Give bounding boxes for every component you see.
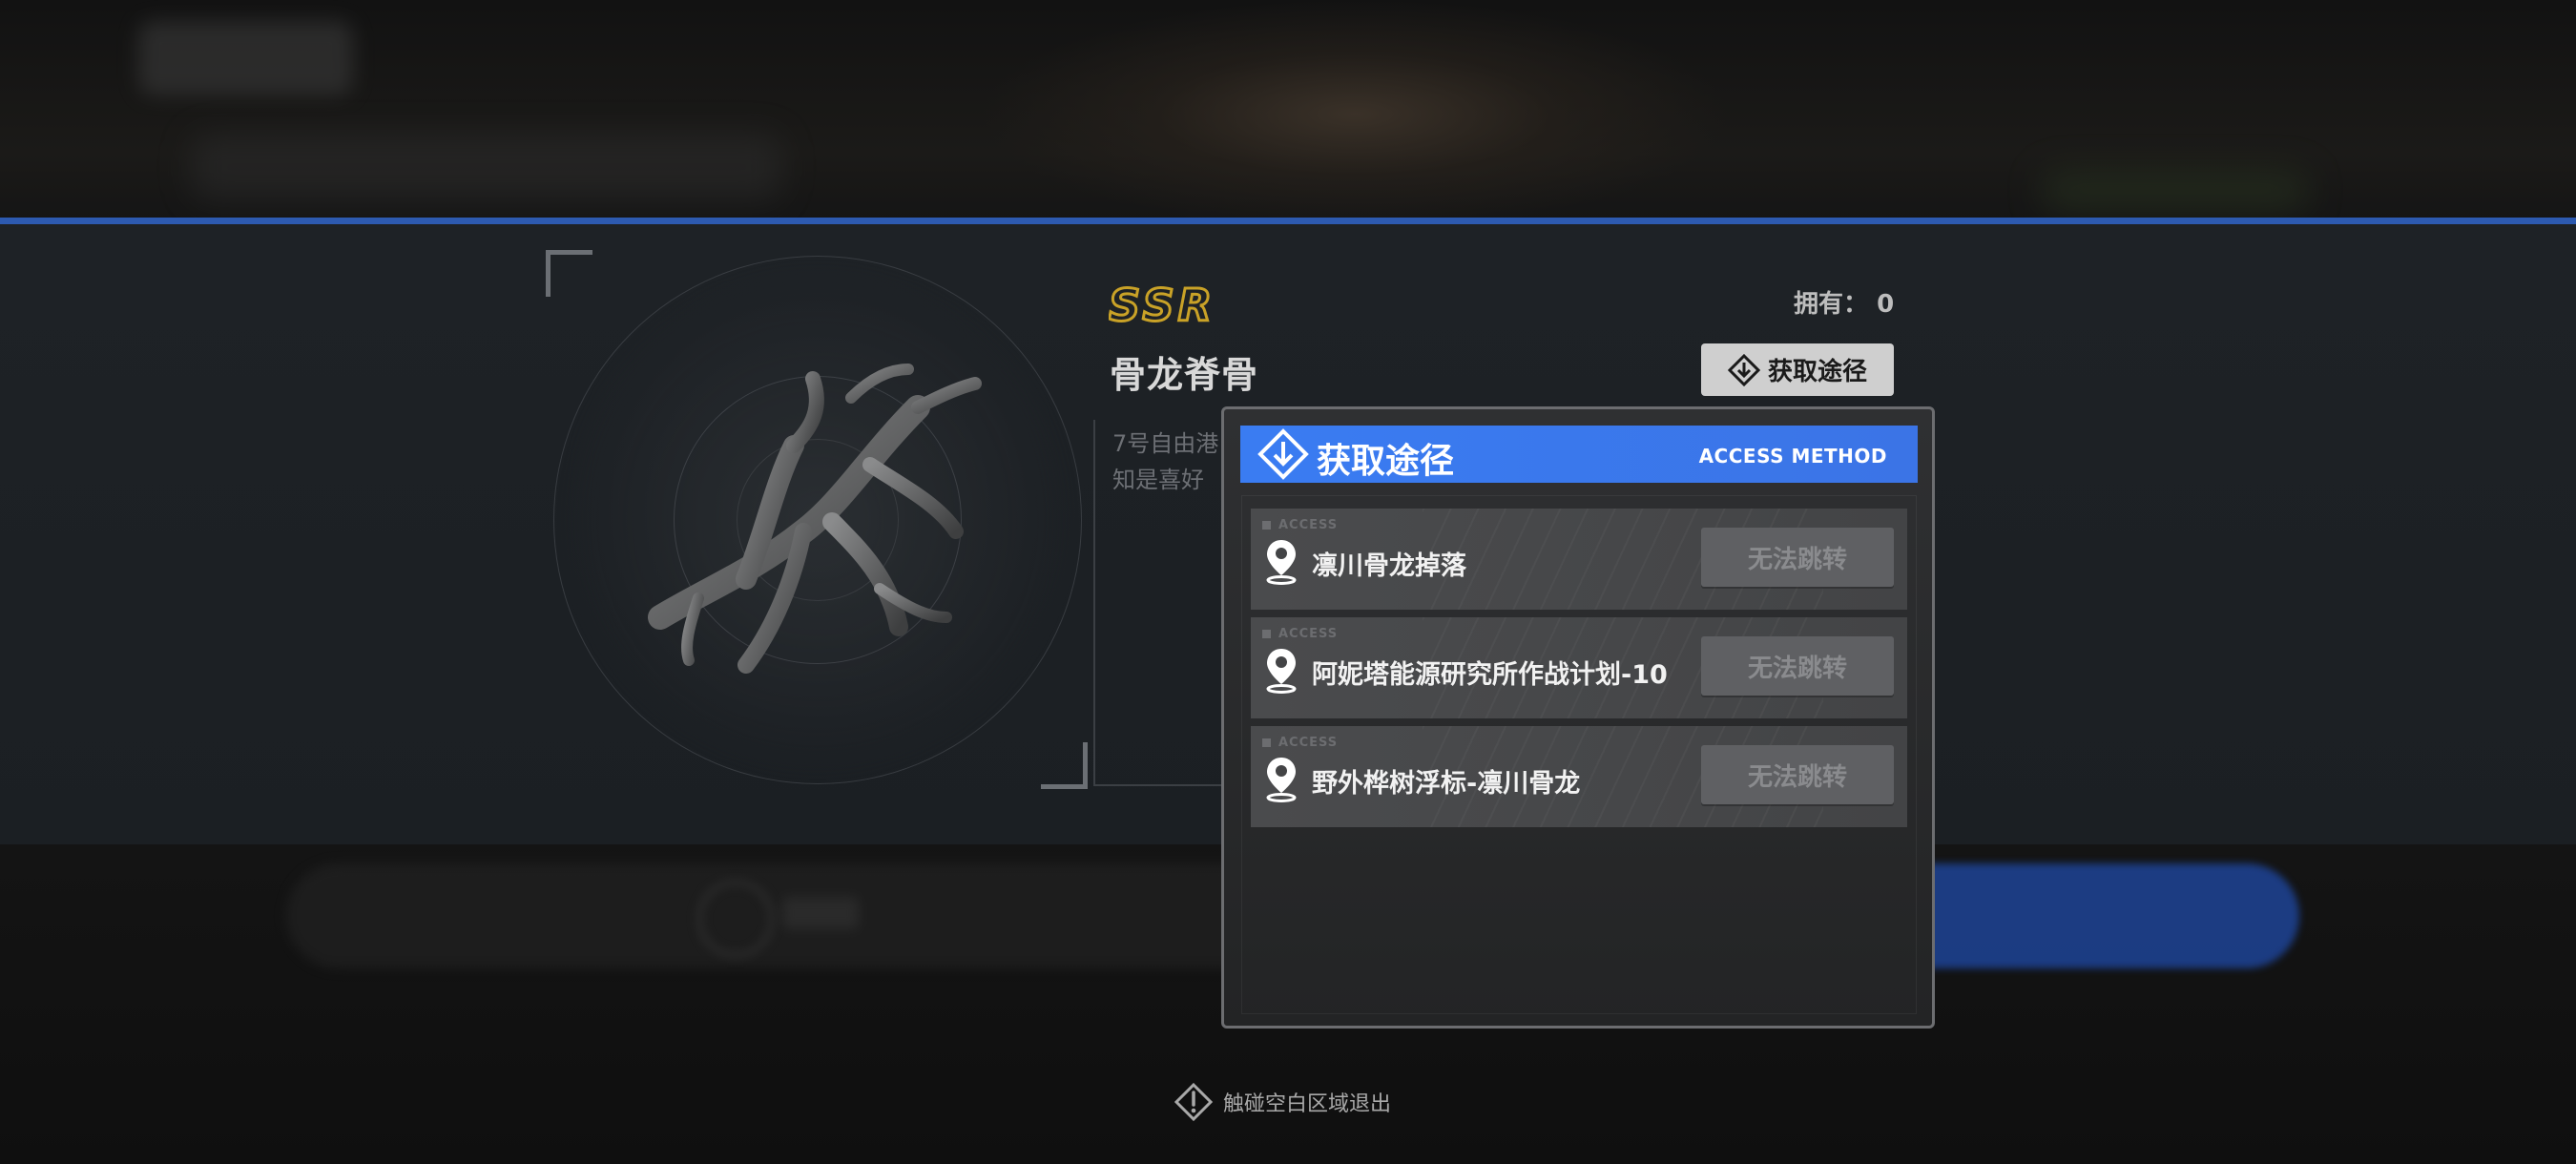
svg-text:SSR: SSR [1109,281,1215,328]
diamond-arrow-icon [1727,353,1760,386]
popup-subtitle: ACCESS METHOD [1698,445,1887,468]
warning-diamond-icon [1174,1082,1214,1122]
background-blur-element [191,134,782,200]
location-pin-icon [1266,758,1297,802]
row-tag: ACCESS [1262,518,1338,532]
owned-count: 拥有： 0 [1794,284,1894,320]
item-name: 骨龙脊骨 [1110,354,1259,396]
background-blur-element [138,21,353,95]
description-line: 7号自由港 [1112,430,1219,457]
jump-button[interactable]: 无法跳转 [1701,528,1894,587]
source-row: ACCESS 野外桦树浮标-凛川骨龙 无法跳转 [1251,726,1907,827]
access-method-button[interactable]: 获取途径 [1701,343,1894,396]
rarity-badge: SSR [1109,281,1215,328]
location-pin-icon [1266,540,1297,585]
access-method-label: 获取途径 [1767,358,1867,386]
popup-header: 获取途径 ACCESS METHOD [1240,426,1918,483]
description-line: 知是喜好 [1112,467,1204,493]
owned-value: 0 [1877,290,1895,319]
jump-button[interactable]: 无法跳转 [1701,745,1894,804]
background-blur-icon [696,880,775,958]
location-pin-icon [1266,649,1297,694]
diamond-arrow-icon [1257,428,1309,480]
jump-button[interactable]: 无法跳转 [1701,636,1894,696]
item-showcase [546,250,1088,789]
background-blur-element [782,897,859,929]
source-label: 凛川骨龙掉落 [1312,551,1466,581]
row-tag: ACCESS [1262,627,1338,641]
item-description: 7号自由港 知是喜好 [1112,426,1236,498]
bone-dragon-spine-image [648,364,982,674]
row-tag: ACCESS [1262,736,1338,750]
divider-line [0,218,2576,224]
source-row: ACCESS 凛川骨龙掉落 无法跳转 [1251,509,1907,610]
popup-title: 获取途径 [1317,442,1455,481]
source-label: 阿妮塔能源研究所作战计划-10 [1312,660,1668,690]
source-row: ACCESS 阿妮塔能源研究所作战计划-10 无法跳转 [1251,617,1907,718]
exit-hint-text: 触碰空白区域退出 [1223,1092,1392,1116]
background-blur-element [2042,172,2309,210]
owned-label: 拥有： [1794,290,1869,319]
access-method-popup: 获取途径 ACCESS METHOD ACCESS 凛川骨龙掉落 无法跳转 AC… [1221,406,1935,1029]
frame-corner [1041,742,1088,789]
exit-hint[interactable]: 触碰空白区域退出 [1174,1082,1391,1122]
source-label: 野外桦树浮标-凛川骨龙 [1312,769,1581,799]
frame-corner [546,250,592,297]
